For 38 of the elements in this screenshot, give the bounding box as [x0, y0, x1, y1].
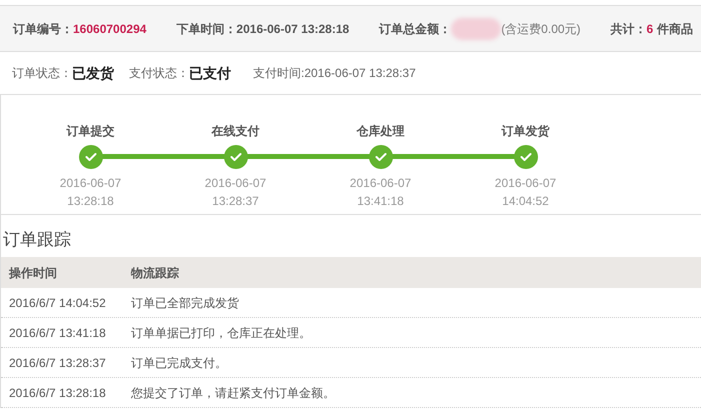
field-label: 订单总金额：	[379, 20, 452, 38]
count-suffix: 件商品	[657, 20, 694, 38]
table-cell-text: 您提交了订单，请赶紧支付订单金额。	[131, 384, 335, 402]
shipping-note: (含运费0.00元)	[501, 20, 581, 38]
step-label: 仓库处理	[356, 123, 404, 140]
step-time: 13:28:18	[67, 193, 114, 210]
step-label: 在线支付	[212, 123, 260, 140]
field-label: 下单时间：	[176, 20, 236, 38]
table-cell-text: 2016/6/7 14:04:52	[8, 294, 107, 312]
step-date: 2016-06-07	[494, 175, 556, 192]
table-cell-text: 2016/6/7 13:41:18	[8, 324, 107, 342]
redaction-blur	[451, 18, 502, 40]
payment-status-label: 支付状态：	[129, 65, 189, 82]
payment-time: 支付时间:2016-06-07 13:28:37	[253, 65, 416, 82]
field-label: 共计：	[610, 20, 647, 38]
order-time: 2016-06-07 13:28:18	[236, 20, 350, 38]
field-label: 订单编号：	[13, 20, 73, 38]
step-time: 13:28:37	[212, 193, 259, 210]
step-time: 14:04:52	[502, 193, 549, 210]
table-cell-text: 2016/6/7 13:28:18	[8, 384, 107, 402]
step-date: 2016-06-07	[350, 175, 412, 192]
step-date: 2016-06-07	[60, 175, 122, 192]
step-date: 2016-06-07	[204, 175, 266, 192]
table-cell-text: 订单已全部完成发货	[131, 294, 239, 312]
item-count: 6	[646, 20, 654, 38]
step-label: 订单发货	[502, 123, 550, 140]
step-label: 订单提交	[66, 123, 114, 140]
order-status-value: 已发货	[72, 64, 114, 83]
section-title: 订单跟踪	[2, 229, 72, 251]
table-cell-text: 订单已完成支付。	[131, 354, 227, 372]
column-header: 操作时间	[8, 264, 58, 282]
table-cell-text: 订单单据已打印，仓库正在处理。	[131, 324, 311, 342]
step-time: 13:41:18	[357, 193, 404, 210]
order-status-label: 订单状态：	[12, 65, 72, 82]
table-cell-text: 2016/6/7 13:28:37	[8, 354, 107, 372]
payment-status-value: 已支付	[189, 64, 231, 82]
column-header: 物流跟踪	[131, 264, 179, 282]
order-number: 16060700294	[73, 20, 146, 38]
